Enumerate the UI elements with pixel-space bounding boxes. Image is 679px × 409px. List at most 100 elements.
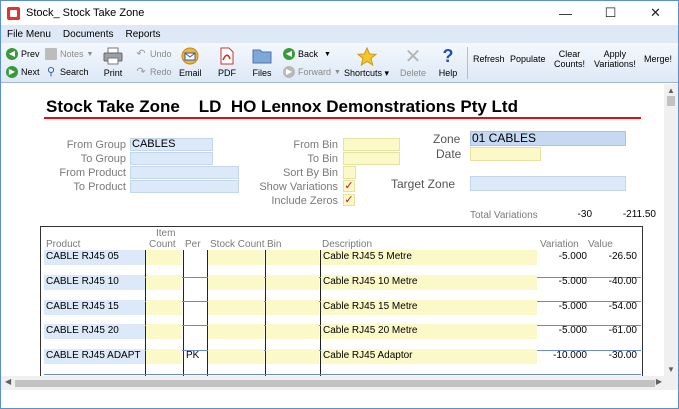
table-row[interactable]: CABLE RJ45 05 Cable RJ45 5 Metre -5.000 … [44, 250, 641, 266]
populate-button[interactable]: Populate [510, 54, 546, 64]
stock-count-cell[interactable] [208, 349, 264, 364]
delete-label: Delete [400, 68, 427, 78]
show-variations-checkbox[interactable]: ✓ [343, 180, 355, 192]
search-icon: ⚲ [46, 65, 56, 78]
item-count-cell[interactable] [146, 275, 182, 290]
files-button[interactable]: Files [252, 46, 272, 78]
date-field[interactable] [470, 147, 541, 161]
bin-cell[interactable] [266, 275, 319, 290]
variation-cell: -5.000 [558, 301, 587, 312]
next-button[interactable]: ▶ Next [6, 64, 40, 80]
menu-reports[interactable]: Reports [119, 29, 166, 40]
per-cell [184, 300, 206, 315]
description-cell[interactable]: Cable RJ45 20 Metre [321, 324, 537, 339]
item-count-cell[interactable] [146, 324, 182, 339]
scroll-thumb[interactable] [667, 96, 675, 106]
per-cell: PK [186, 350, 200, 361]
redo-label: Redo [150, 67, 172, 77]
product-cell[interactable]: CABLE RJ45 15 [44, 300, 145, 315]
back-arrow-icon: ◀ [283, 48, 295, 60]
product-cell[interactable]: CABLE RJ45 10 [44, 275, 145, 290]
bin-cell[interactable] [266, 250, 319, 265]
value-cell: -26.50 [608, 251, 637, 262]
stock-count-cell[interactable] [208, 300, 264, 315]
value-cell: -30.00 [608, 350, 637, 361]
undo-button[interactable]: ↶ Undo [135, 46, 171, 62]
bin-cell[interactable] [266, 349, 319, 364]
include-zeros-checkbox[interactable]: ✓ [343, 194, 355, 206]
menu-file[interactable]: File Menu [1, 29, 57, 40]
item-count-cell[interactable] [146, 300, 182, 315]
print-button[interactable]: Print [103, 46, 123, 78]
print-label: Print [103, 68, 123, 78]
description-cell[interactable]: Cable RJ45 10 Metre [321, 275, 537, 290]
prev-button[interactable]: ◀ Prev [6, 46, 40, 62]
vertical-scrollbar[interactable]: ▲ ▼ [664, 84, 678, 376]
horizontal-scrollbar[interactable]: ◀ ▶ [1, 376, 678, 390]
scroll-down-icon[interactable]: ▼ [667, 365, 675, 374]
from-group-label: From Group [66, 139, 126, 151]
notes-button[interactable]: Notes ▼ [45, 46, 93, 62]
to-product-label: To Product [73, 181, 126, 193]
from-bin-field[interactable] [343, 138, 400, 151]
shortcuts-button[interactable]: Shortcuts ▾ [344, 46, 389, 79]
delete-x-icon: ✕ [404, 45, 422, 68]
stock-count-cell[interactable] [208, 275, 264, 290]
window-controls: — ☐ ✕ [543, 1, 678, 25]
value-cell: -61.00 [608, 325, 637, 336]
description-cell[interactable]: Cable RJ45 15 Metre [321, 300, 537, 315]
item-count-cell[interactable] [146, 349, 182, 364]
to-group-label: To Group [80, 153, 126, 165]
total-variations-count: -30 [577, 209, 592, 220]
close-icon[interactable]: ✕ [633, 1, 678, 25]
pdf-button[interactable]: PDF [217, 46, 237, 78]
email-button[interactable]: Email [179, 46, 202, 78]
search-button[interactable]: ⚲ Search [45, 64, 89, 80]
scroll-up-icon[interactable]: ▲ [667, 86, 675, 95]
maximize-icon[interactable]: ☐ [588, 1, 633, 25]
to-bin-field[interactable] [343, 152, 400, 165]
menu-documents[interactable]: Documents [57, 29, 120, 40]
to-group-field[interactable] [130, 152, 213, 165]
show-variations-label: Show Variations [259, 181, 338, 193]
from-product-field[interactable] [130, 166, 239, 179]
table-row[interactable]: CABLE RJ45 15 Cable RJ45 15 Metre -5.000… [44, 300, 641, 316]
total-variations-label: Total Variations [470, 210, 538, 221]
help-button[interactable]: ? Help [438, 46, 458, 79]
target-zone-field[interactable] [470, 176, 626, 191]
minimize-icon[interactable]: — [543, 1, 588, 25]
sort-by-bin-checkbox[interactable] [343, 166, 356, 179]
item-count-cell[interactable] [146, 250, 182, 265]
variation-cell: -5.000 [558, 276, 587, 287]
include-zeros-label: Include Zeros [271, 195, 338, 207]
zone-field[interactable]: 01 CABLES [470, 131, 626, 146]
redo-button[interactable]: ↷ Redo [135, 64, 172, 80]
menu-bar: File Menu Documents Reports [1, 25, 678, 43]
product-cell[interactable]: CABLE RJ45 ADAPT [44, 349, 145, 364]
apply-variations-button[interactable]: Apply Variations! [594, 49, 636, 69]
col-header-variation: Variation [540, 239, 579, 250]
description-cell[interactable]: Cable RJ45 5 Metre [321, 250, 537, 265]
table-row[interactable]: CABLE RJ45 ADAPT PK Cable RJ45 Adaptor -… [44, 349, 641, 365]
back-button[interactable]: ◀ Back ▼ [283, 46, 331, 62]
product-cell[interactable]: CABLE RJ45 05 [44, 250, 145, 265]
stock-count-cell[interactable] [208, 324, 264, 339]
scroll-right-icon[interactable]: ▶ [656, 377, 662, 386]
horizontal-scroll-thumb[interactable] [15, 380, 655, 387]
merge-button[interactable]: Merge! [644, 54, 672, 64]
refresh-button[interactable]: Refresh [473, 54, 505, 64]
stock-count-cell[interactable] [208, 250, 264, 265]
from-group-field[interactable]: CABLES [130, 138, 213, 151]
forward-button[interactable]: ▶ Forward ▼ [283, 64, 341, 80]
bin-cell[interactable] [266, 324, 319, 339]
delete-button[interactable]: ✕ Delete [400, 45, 427, 79]
description-cell[interactable]: Cable RJ45 Adaptor [321, 349, 537, 364]
table-row[interactable]: CABLE RJ45 20 Cable RJ45 20 Metre -5.000… [44, 324, 641, 340]
to-product-field[interactable] [130, 180, 239, 193]
bin-cell[interactable] [266, 300, 319, 315]
product-cell[interactable]: CABLE RJ45 20 [44, 324, 145, 339]
scroll-left-icon[interactable]: ◀ [5, 377, 11, 386]
table-row[interactable]: CABLE RJ45 10 Cable RJ45 10 Metre -5.000… [44, 275, 641, 291]
clear-counts-button[interactable]: Clear Counts! [554, 49, 585, 69]
title-bar: Stock_ Stock Take Zone — ☐ ✕ [1, 1, 678, 25]
